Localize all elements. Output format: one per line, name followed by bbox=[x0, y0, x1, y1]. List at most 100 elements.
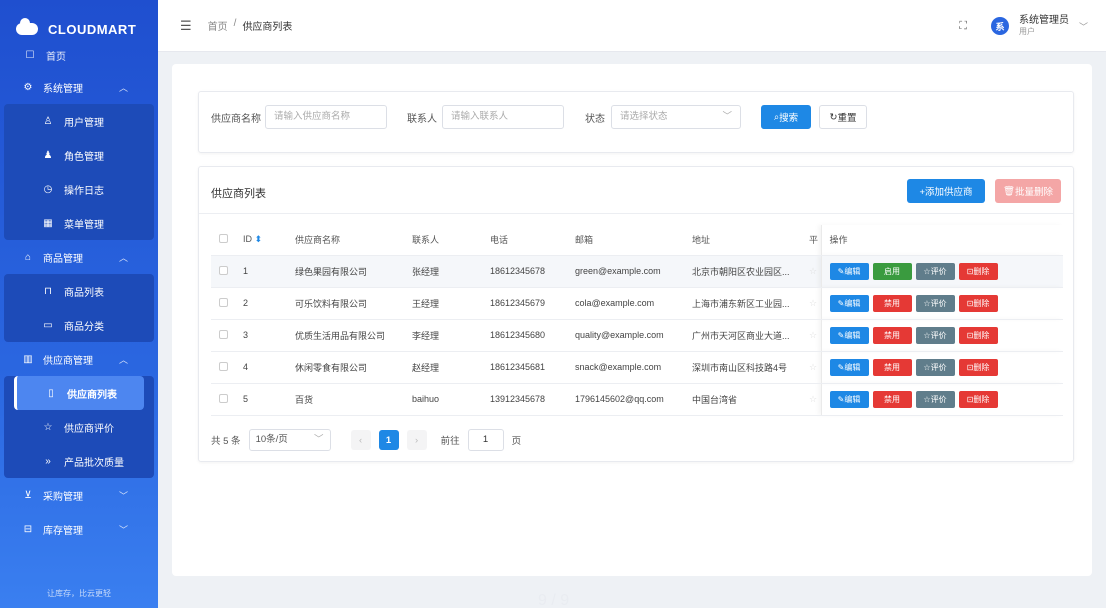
delete-button[interactable]: ⊡删除 bbox=[958, 262, 998, 280]
batch-delete-button[interactable]: 🗑 批量删除 bbox=[995, 179, 1061, 203]
status-select[interactable]: 请选择状态 ﹀ bbox=[611, 105, 741, 129]
chevron-down-icon[interactable]: ﹀ bbox=[1079, 20, 1088, 33]
sidebar-item-supplier-rating[interactable]: ☆ 供应商评价 bbox=[4, 410, 154, 444]
prev-page-button[interactable]: ‹ bbox=[350, 430, 371, 450]
search-form: 供应商名称 请输入供应商名称 联系人 请输入联系人 状态 请选择状态 ﹀ ⌕ 搜索 … bbox=[198, 91, 1074, 153]
page-number-current[interactable]: 1 bbox=[378, 430, 399, 450]
breadcrumb-separator: / bbox=[233, 18, 237, 29]
search-button[interactable]: ⌕ 搜索 bbox=[761, 105, 811, 129]
contact-label: 联系人 bbox=[407, 114, 437, 125]
col-phone: 电话 bbox=[490, 225, 575, 256]
hamburger-icon[interactable]: ☰ bbox=[180, 18, 192, 34]
sidebar-item-supplier-list[interactable]: ▯ 供应商列表 bbox=[14, 376, 144, 410]
sidebar-group-inventory[interactable]: ⊟ 库存管理 ﹀ bbox=[0, 512, 158, 546]
cloud-logo-icon bbox=[16, 18, 38, 35]
sidebar-item-goods-list[interactable]: ⊓ 商品列表 bbox=[4, 274, 154, 308]
sidebar-item-goods-category[interactable]: ▭ 商品分类 bbox=[4, 308, 154, 342]
toggle-status-button[interactable]: 禁用 bbox=[872, 326, 912, 344]
select-all-checkbox[interactable] bbox=[219, 234, 228, 244]
row-checkbox[interactable] bbox=[219, 297, 228, 307]
edit-button[interactable]: ✎编辑 bbox=[829, 326, 869, 344]
sidebar-item-roles[interactable]: ♟ 角色管理 bbox=[4, 138, 154, 172]
table-header: ID ⬍ 供应商名称 联系人 电话 邮箱 地址 平 操作 bbox=[211, 225, 1063, 256]
sort-icon[interactable]: ⬍ bbox=[255, 234, 263, 244]
user-menu[interactable]: 系统管理员 用户 bbox=[1018, 14, 1069, 37]
sidebar-item-users[interactable]: ♙ 用户管理 bbox=[4, 104, 154, 138]
sidebar-item-menus[interactable]: ▦ 菜单管理 bbox=[4, 206, 154, 240]
rate-button[interactable]: ☆评价 bbox=[915, 294, 955, 312]
toggle-status-button[interactable]: 禁用 bbox=[872, 294, 912, 312]
delete-button[interactable]: ⊡删除 bbox=[958, 326, 998, 344]
edit-button[interactable]: ✎编辑 bbox=[829, 262, 869, 280]
trash-icon: 🗑 bbox=[1002, 185, 1016, 197]
add-supplier-button[interactable]: +添加供应商 bbox=[907, 179, 985, 203]
cell-contact: 王经理 bbox=[412, 287, 490, 320]
box-icon: ⊟ bbox=[23, 523, 33, 535]
goto-page-input[interactable]: 1 bbox=[467, 429, 504, 451]
row-actions: ✎编辑 启用 ☆评价 ⊡删除 bbox=[820, 255, 1063, 288]
col-id[interactable]: ID ⬍ bbox=[243, 225, 295, 256]
cell-contact: baihuo bbox=[412, 383, 490, 416]
chevron-up-icon: ︿ bbox=[118, 354, 128, 365]
rating-star-icon: ☆ bbox=[809, 351, 821, 384]
next-page-button[interactable]: › bbox=[406, 430, 427, 450]
sidebar-item-batch-quality[interactable]: » 产品批次质量 bbox=[4, 444, 154, 478]
breadcrumb-home[interactable]: 首页 bbox=[208, 18, 228, 33]
col-contact: 联系人 bbox=[412, 225, 490, 256]
gear-icon: ⚙ bbox=[23, 81, 33, 93]
top-header: ☰ 首页 / 供应商列表 ⛶ 系 系统管理员 用户 ﹀ bbox=[158, 0, 1106, 52]
page-watermark: 9 / 9 bbox=[538, 592, 570, 608]
row-checkbox[interactable] bbox=[219, 265, 228, 275]
toggle-status-button[interactable]: 禁用 bbox=[872, 358, 912, 376]
row-actions: ✎编辑 禁用 ☆评价 ⊡删除 bbox=[820, 351, 1063, 384]
sidebar-group-supplier[interactable]: ▥ 供应商管理 ︿ bbox=[0, 342, 158, 376]
cell-name: 休闲零食有限公司 bbox=[295, 351, 412, 384]
refresh-icon: ↻ bbox=[829, 111, 838, 123]
table-row: 3 优质生活用品有限公司 李经理 18612345680 quality@example… bbox=[211, 319, 1063, 352]
cell-address: 中国台湾省 bbox=[692, 383, 809, 416]
edit-button[interactable]: ✎编辑 bbox=[829, 390, 869, 408]
avatar[interactable]: 系 bbox=[990, 17, 1009, 35]
page-size-select[interactable]: 10条/页 ﹀ bbox=[248, 429, 331, 451]
reset-button[interactable]: ↻ 重置 bbox=[819, 105, 867, 129]
rating-star-icon: ☆ bbox=[809, 319, 821, 352]
row-checkbox[interactable] bbox=[219, 361, 228, 371]
building-icon: ▥ bbox=[23, 353, 33, 365]
toggle-status-button[interactable]: 启用 bbox=[872, 262, 912, 280]
double-chevron-icon: » bbox=[45, 455, 51, 467]
user-name: 系统管理员 bbox=[1018, 14, 1069, 26]
row-checkbox[interactable] bbox=[219, 393, 228, 403]
rate-button[interactable]: ☆评价 bbox=[915, 262, 955, 280]
col-ops: 操作 bbox=[820, 225, 1063, 256]
sidebar-group-purchase[interactable]: ⊻ 采购管理 ﹀ bbox=[0, 478, 158, 512]
row-actions: ✎编辑 禁用 ☆评价 ⊡删除 bbox=[820, 287, 1063, 320]
delete-button[interactable]: ⊡删除 bbox=[958, 294, 998, 312]
delete-button[interactable]: ⊡删除 bbox=[958, 358, 998, 376]
brand-name: CLOUDMART bbox=[48, 21, 137, 37]
chevron-up-icon: ︿ bbox=[118, 82, 128, 93]
cell-id: 4 bbox=[243, 351, 295, 384]
edit-button[interactable]: ✎编辑 bbox=[829, 358, 869, 376]
sidebar-item-home[interactable]: ☐ 首页 bbox=[0, 46, 158, 64]
edit-button[interactable]: ✎编辑 bbox=[829, 294, 869, 312]
cell-email: snack@example.com bbox=[575, 351, 692, 384]
cell-phone: 18612345680 bbox=[490, 319, 575, 352]
row-checkbox[interactable] bbox=[219, 329, 228, 339]
sidebar-group-system[interactable]: ⚙ 系统管理 ︿ bbox=[0, 70, 158, 104]
table-row: 5 百货 baihuo 13912345678 1796145602@qq.com 中国台… bbox=[211, 383, 1063, 416]
fullscreen-icon[interactable]: ⛶ bbox=[959, 20, 967, 33]
rate-button[interactable]: ☆评价 bbox=[915, 390, 955, 408]
toggle-status-button[interactable]: 禁用 bbox=[872, 390, 912, 408]
cell-name: 优质生活用品有限公司 bbox=[295, 319, 412, 352]
sidebar-group-goods[interactable]: ⌂ 商品管理 ︿ bbox=[0, 240, 158, 274]
delete-button[interactable]: ⊡删除 bbox=[958, 390, 998, 408]
page-unit: 页 bbox=[511, 436, 522, 447]
rate-button[interactable]: ☆评价 bbox=[915, 326, 955, 344]
rate-button[interactable]: ☆评价 bbox=[915, 358, 955, 376]
supplier-name-input[interactable]: 请输入供应商名称 bbox=[265, 105, 387, 129]
cell-address: 深圳市南山区科技路4号 bbox=[692, 351, 809, 384]
sidebar-item-logs[interactable]: ◷ 操作日志 bbox=[4, 172, 154, 206]
cell-contact: 张经理 bbox=[412, 255, 490, 288]
contact-input[interactable]: 请输入联系人 bbox=[442, 105, 564, 129]
cell-address: 北京市朝阳区农业园区... bbox=[692, 255, 809, 288]
